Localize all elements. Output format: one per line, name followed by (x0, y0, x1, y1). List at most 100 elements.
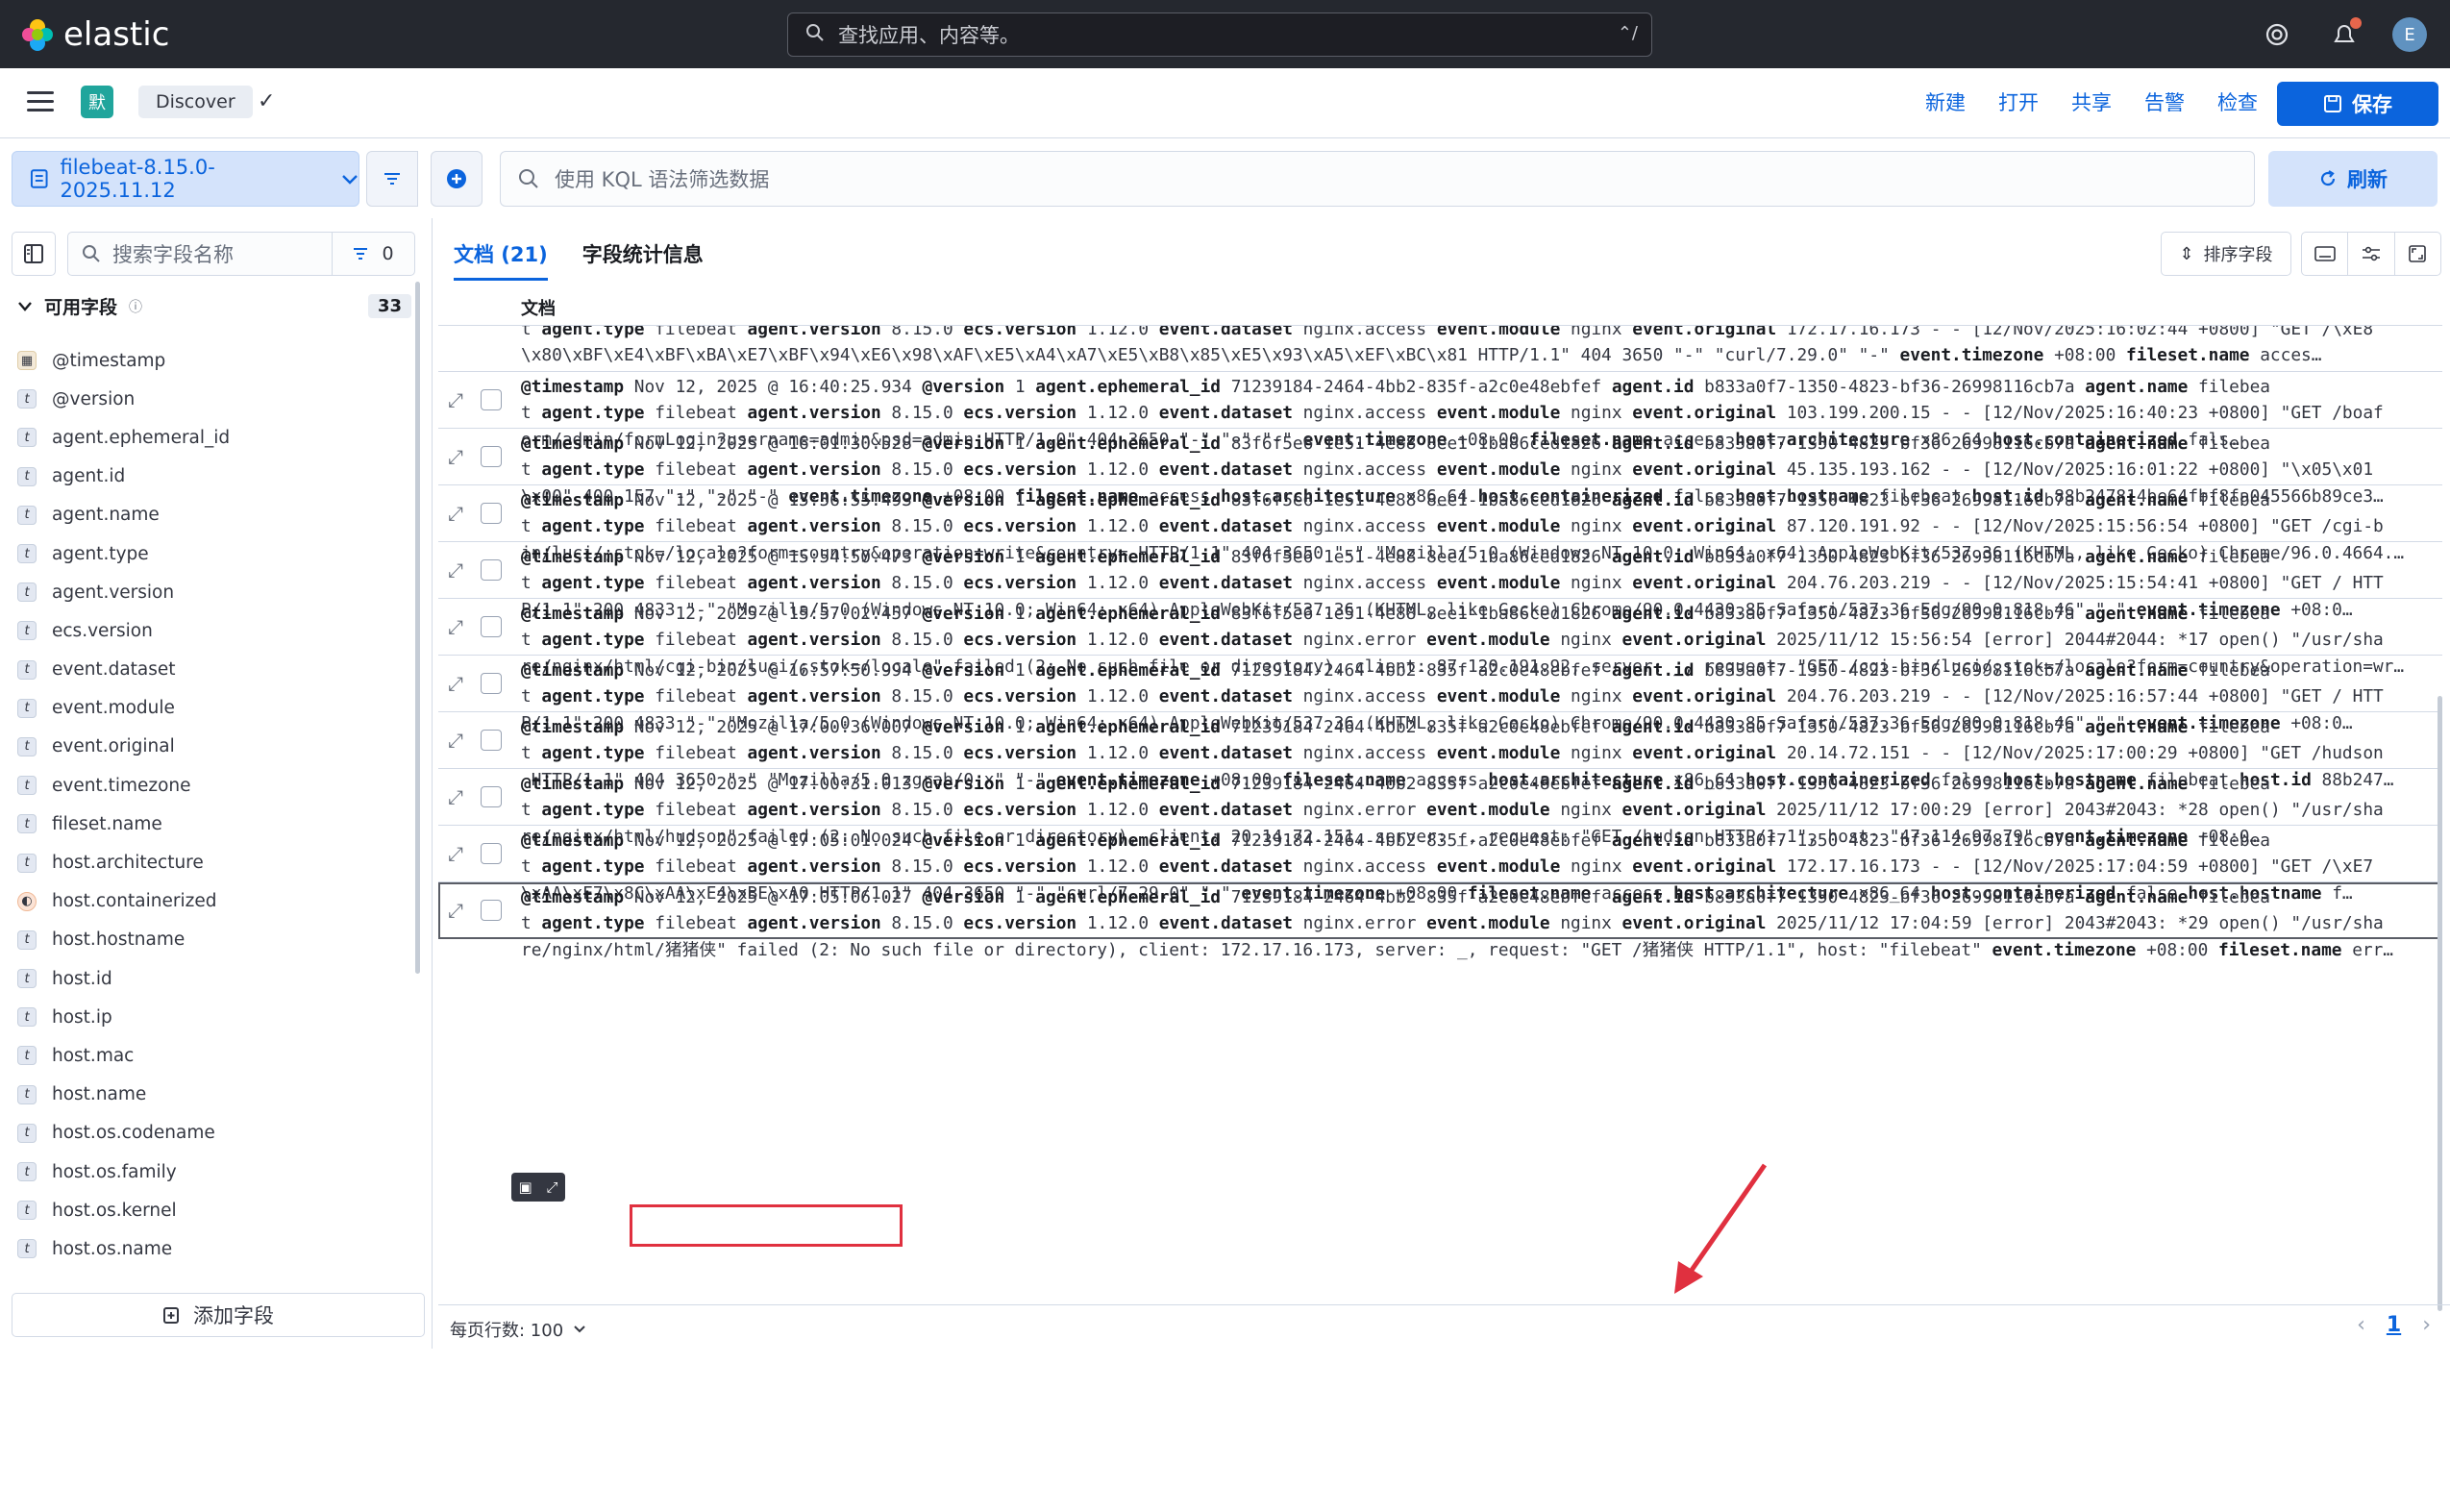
save-button[interactable]: 保存 (2277, 82, 2438, 126)
display-settings-icon[interactable] (2348, 233, 2395, 275)
tab-documents[interactable]: 文档 (21) (454, 239, 548, 281)
field-item[interactable]: t @version (17, 380, 411, 418)
expand-row-icon[interactable]: ⤢ (448, 672, 463, 695)
copy-icon[interactable]: ▣ (518, 1178, 532, 1196)
field-item[interactable]: t event.module (17, 689, 411, 728)
table-row[interactable]: ⤢ @timestamp Nov 12, 2025 @ 16:01:30.528 … (438, 429, 2442, 507)
new-link[interactable]: 新建 (1925, 87, 1966, 116)
fullscreen-icon[interactable] (2395, 233, 2440, 275)
expand-row-icon[interactable]: ⤢ (448, 445, 463, 468)
sidebar-scrollbar[interactable] (415, 276, 420, 1199)
field-item[interactable]: t ecs.version (17, 611, 411, 650)
open-link[interactable]: 打开 (1998, 87, 2039, 116)
rows-per-page-selector[interactable]: 每页行数: 100 (450, 1317, 586, 1342)
field-item[interactable]: t event.dataset (17, 651, 411, 689)
sidebar-collapse-button[interactable] (12, 232, 56, 276)
field-item[interactable]: t host.os.codename (17, 1114, 411, 1153)
row-checkbox[interactable] (481, 446, 502, 467)
row-checkbox[interactable] (481, 673, 502, 694)
field-filter-button[interactable]: 0 (332, 233, 414, 275)
share-link[interactable]: 共享 (2071, 87, 2112, 116)
row-checkbox[interactable] (481, 900, 502, 921)
expand-row-icon[interactable]: ⤢ (448, 729, 463, 752)
row-checkbox[interactable] (481, 616, 502, 637)
field-item[interactable]: t agent.ephemeral_id (17, 418, 411, 457)
grid-scrollbar[interactable] (2438, 326, 2443, 1316)
row-checkbox[interactable] (481, 559, 502, 581)
data-view-picker[interactable]: filebeat-8.15.0-2025.11.12 (12, 151, 359, 207)
field-item[interactable]: t host.id (17, 959, 411, 998)
row-checkbox[interactable] (481, 730, 502, 751)
table-row[interactable]: ⤢ @timestamp Nov 12, 2025 @ 17:00:31.013 … (438, 769, 2442, 847)
row-checkbox[interactable] (481, 389, 502, 410)
elastic-logo[interactable]: elastic (21, 15, 169, 54)
document-column-header[interactable]: 文档 (438, 287, 2442, 326)
row-checkbox[interactable] (481, 503, 502, 524)
table-row[interactable]: ⤢ @timestamp Nov 12, 2025 @ 15:57:02.457 … (438, 599, 2442, 677)
expand-row-icon[interactable]: ⤢ (448, 558, 463, 582)
field-search-input[interactable]: 搜索字段名称 0 (67, 232, 415, 276)
field-item[interactable]: t fileset.name (17, 805, 411, 843)
page-number[interactable]: 1 (2387, 1313, 2401, 1337)
alerts-link[interactable]: 告警 (2144, 87, 2185, 116)
boolean-type-icon: ◐ (17, 891, 37, 911)
kql-query-input[interactable]: 使用 KQL 语法筛选数据 (500, 151, 2255, 207)
table-row[interactable]: ⤢ @timestamp Nov 12, 2025 @ 17:00:36.007 … (438, 712, 2442, 790)
field-item[interactable]: ▦ @timestamp (17, 341, 411, 380)
available-fields-header[interactable]: 可用字段 ⓘ 33 (17, 293, 411, 319)
row-checkbox[interactable] (481, 843, 502, 864)
field-item[interactable]: t agent.id (17, 458, 411, 496)
field-item[interactable]: t agent.type (17, 534, 411, 573)
breadcrumb-discover[interactable]: Discover (138, 86, 253, 118)
tab-field-statistics[interactable]: 字段统计信息 (582, 239, 704, 281)
field-item[interactable]: t event.timezone (17, 766, 411, 805)
filter-icon (354, 248, 368, 260)
field-item[interactable]: t host.os.family (17, 1153, 411, 1191)
news-feed-icon[interactable] (2325, 15, 2363, 54)
sort-fields-button[interactable]: ⇕ 排序字段 (2161, 232, 2291, 276)
expand-row-icon[interactable]: ⤢ (448, 899, 463, 922)
field-item[interactable]: t host.name (17, 1076, 411, 1114)
expand-cell-icon[interactable]: ⤢ (547, 1178, 558, 1196)
refresh-button[interactable]: 刷新 (2268, 151, 2438, 207)
expand-row-icon[interactable]: ⤢ (448, 502, 463, 525)
field-item[interactable]: t host.os.kernel (17, 1191, 411, 1229)
table-row[interactable]: ⤢ @timestamp Nov 12, 2025 @ 15:54:50.473 … (438, 542, 2442, 620)
add-field-button[interactable]: 添加字段 (12, 1293, 425, 1337)
inspect-link[interactable]: 检查 (2217, 87, 2258, 116)
filter-options-button[interactable] (366, 151, 418, 207)
field-item[interactable]: ◐ host.containerized (17, 882, 411, 921)
field-item[interactable]: t host.architecture (17, 843, 411, 881)
field-item[interactable]: t host.ip (17, 998, 411, 1036)
next-page-icon[interactable]: › (2422, 1313, 2431, 1337)
prev-page-icon[interactable]: ‹ (2357, 1313, 2365, 1337)
row-checkbox[interactable] (481, 786, 502, 807)
user-avatar[interactable]: E (2392, 17, 2427, 52)
table-row[interactable]: ⤢ @timestamp Nov 12, 2025 @ 16:40:25.934 … (438, 372, 2442, 450)
table-row[interactable]: ⤢ @timestamp Nov 12, 2025 @ 16:57:50.994 … (438, 656, 2442, 733)
field-item[interactable]: t host.mac (17, 1036, 411, 1075)
global-search-input[interactable]: 查找应用、内容等。 ⌃/ (787, 12, 1652, 57)
field-item[interactable]: t agent.name (17, 496, 411, 534)
help-icon[interactable] (2258, 15, 2296, 54)
menu-toggle-icon[interactable] (27, 91, 54, 114)
highlight-box (630, 1204, 903, 1247)
table-row[interactable]: t agent.type filebeat agent.version 8.15… (438, 326, 2442, 372)
field-item[interactable]: t event.original (17, 728, 411, 766)
space-avatar[interactable]: 默 (81, 86, 113, 118)
field-item[interactable]: t agent.version (17, 573, 411, 611)
document-cell[interactable]: t agent.type filebeat agent.version 8.15… (521, 326, 2434, 370)
field-item[interactable]: t host.hostname (17, 921, 411, 959)
expand-row-icon[interactable]: ⤢ (448, 388, 463, 411)
table-row[interactable]: ⤢ @timestamp Nov 12, 2025 @ 15:56:55.493 … (438, 485, 2442, 563)
keyboard-shortcuts-icon[interactable] (2302, 233, 2349, 275)
table-row[interactable]: ⤢ @timestamp Nov 12, 2025 @ 17:05:01.024 … (438, 826, 2442, 904)
expand-row-icon[interactable]: ⤢ (448, 842, 463, 865)
field-name: host.os.name (52, 1238, 173, 1259)
add-filter-button[interactable] (431, 151, 483, 207)
expand-row-icon[interactable]: ⤢ (448, 785, 463, 808)
table-row[interactable]: ⤢ @timestamp Nov 12, 2025 @ 17:05:06.027 … (438, 882, 2442, 960)
expand-row-icon[interactable]: ⤢ (448, 615, 463, 638)
document-cell[interactable]: @timestamp Nov 12, 2025 @ 17:05:06.027 @… (521, 884, 2434, 965)
field-item[interactable]: t host.os.name (17, 1229, 411, 1268)
